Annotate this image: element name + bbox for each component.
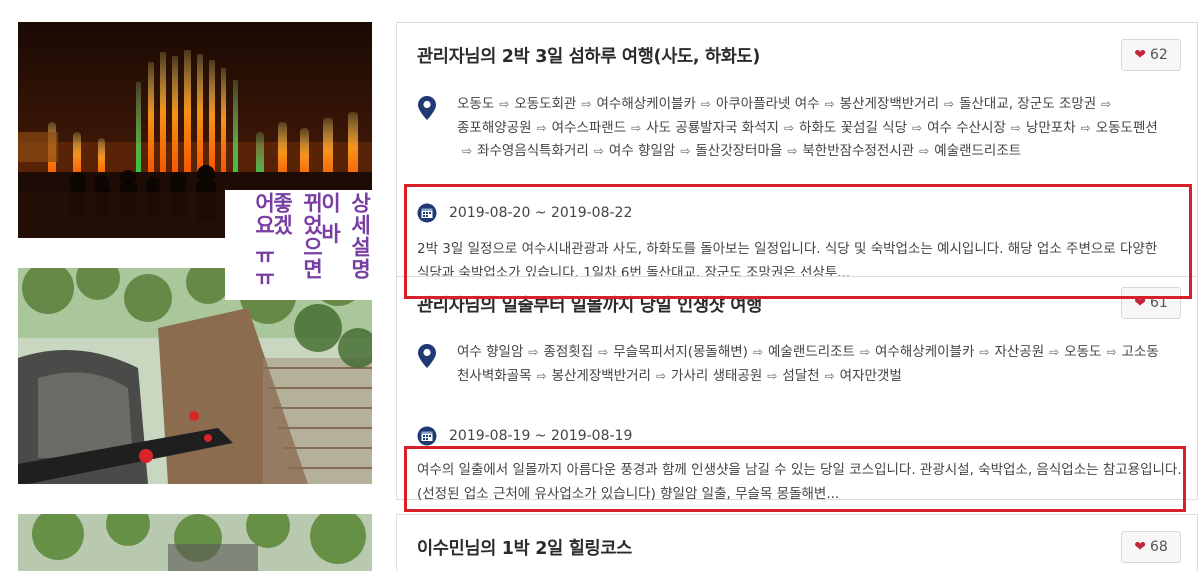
route-stop[interactable]: 좌수영음식특화거리: [477, 143, 589, 159]
double-arrow-icon: ⇨: [655, 368, 667, 383]
thumbnail-forest[interactable]: [18, 514, 372, 571]
double-arrow-icon: ⇨: [631, 120, 642, 135]
double-arrow-icon: ⇨: [824, 368, 835, 383]
route-stop[interactable]: 가사리 생태공원: [671, 368, 762, 384]
route-stop[interactable]: 예술랜드리조트: [934, 143, 1021, 159]
route-stop[interactable]: 무슬목피서지(몽돌해변): [613, 344, 748, 360]
route-stops: 여수 향일암 ⇨ 종점횟집 ⇨ 무슬목피서지(몽돌해변) ⇨ 예술랜드리조트 ⇨ 여수해상케이블…: [457, 341, 1169, 388]
heart-icon: ❤: [1134, 47, 1146, 63]
stone-stairs-image: [18, 268, 372, 484]
like-count: 68: [1149, 539, 1168, 555]
double-arrow-icon: ⇨: [528, 345, 539, 359]
double-arrow-icon: ⇨: [700, 97, 711, 111]
thumbnail-stone-stairs[interactable]: [18, 268, 372, 484]
map-pin-icon: [418, 344, 436, 368]
map-pin-icon: [418, 96, 436, 120]
double-arrow-icon: ⇨: [1101, 97, 1112, 111]
double-arrow-icon: ⇨: [919, 144, 930, 158]
like-button[interactable]: ❤ 62: [1121, 39, 1181, 71]
double-arrow-icon: ⇨: [944, 97, 955, 111]
route-stop[interactable]: 북한반잠수정전시관: [802, 143, 914, 159]
route-stop[interactable]: 예술랜드리조트: [768, 344, 855, 360]
route-stop[interactable]: 오동도: [457, 96, 494, 112]
route-stop[interactable]: 돌산갓장터마을: [695, 143, 782, 159]
annotation-note: 상세설명이 바 뀌었으면 좋겠 어요 ㅠㅠ: [225, 190, 379, 300]
route-stop[interactable]: 돌산대교, 장군도 조망권: [959, 96, 1096, 112]
route-stops: 오동도 ⇨ 오동도회관 ⇨ 여수해상케이블카 ⇨ 아쿠아플라넷 여수 ⇨ 봉산게장백반거리 ⇨ 돌산…: [457, 93, 1169, 164]
route-stop[interactable]: 여수스파랜드: [552, 120, 627, 136]
route-section: 여수 향일암 ⇨ 종점횟집 ⇨ 무슬목피서지(몽돌해변) ⇨ 예술랜드리조트 ⇨ 여수해상케이블…: [417, 341, 1169, 388]
course-title[interactable]: 관리자님의 2박 3일 섬하루 여행(사도, 하화도): [417, 43, 760, 68]
route-stop[interactable]: 여수해상케이블카: [875, 344, 974, 360]
route-section: 오동도 ⇨ 오동도회관 ⇨ 여수해상케이블카 ⇨ 아쿠아플라넷 여수 ⇨ 봉산게장백반거리 ⇨ 돌산…: [417, 93, 1169, 164]
double-arrow-icon: ⇨: [462, 144, 473, 158]
double-arrow-icon: ⇨: [581, 97, 592, 111]
route-stop[interactable]: 봉산게장백반거리: [840, 96, 939, 112]
route-stop[interactable]: 하화도 꽃섬길 식당: [799, 120, 907, 136]
route-stop[interactable]: 종포해양공원: [457, 120, 532, 136]
annotation-note-line: 어요 ㅠㅠ: [252, 192, 276, 289]
date-text: 2019-08-20 ~ 2019-08-22: [449, 205, 633, 221]
course-title[interactable]: 관리자님의 일출부터 일몰까지 당일 인생샷 여행: [417, 292, 762, 317]
course-description: 여수의 일출에서 일몰까지 아름다운 풍경과 함께 인생샷을 남길 수 있는 당…: [417, 462, 1182, 502]
course-title[interactable]: 이수민님의 1박 2일 힐링코스: [417, 535, 632, 560]
route-stop[interactable]: 봉산게장백반거리: [552, 368, 651, 384]
double-arrow-icon: ⇨: [787, 144, 798, 158]
double-arrow-icon: ⇨: [598, 345, 609, 359]
like-button[interactable]: ❤ 61: [1121, 287, 1181, 319]
calendar-icon: [417, 203, 437, 223]
double-arrow-icon: ⇨: [1106, 345, 1117, 359]
heart-icon: ❤: [1134, 295, 1146, 311]
route-stop[interactable]: 오동도회관: [514, 96, 576, 112]
double-arrow-icon: ⇨: [593, 144, 604, 158]
double-arrow-icon: ⇨: [1010, 120, 1021, 135]
double-arrow-icon: ⇨: [767, 368, 778, 383]
route-stop[interactable]: 여수 향일암: [457, 344, 523, 360]
course-card-3[interactable]: 이수민님의 1박 2일 힐링코스 ❤ 68: [396, 514, 1198, 571]
double-arrow-icon: ⇨: [912, 120, 923, 135]
double-arrow-icon: ⇨: [680, 144, 691, 158]
double-arrow-icon: ⇨: [979, 345, 990, 359]
route-stop[interactable]: 사도 공룡발자국 화석지: [646, 120, 779, 136]
date-text: 2019-08-19 ~ 2019-08-19: [449, 428, 633, 444]
double-arrow-icon: ⇨: [1049, 345, 1060, 359]
double-arrow-icon: ⇨: [752, 345, 764, 359]
route-stop[interactable]: 종점횟집: [543, 344, 593, 360]
route-stop[interactable]: 여수해상케이블카: [597, 96, 696, 112]
course-card-2[interactable]: 관리자님의 일출부터 일몰까지 당일 인생샷 여행 ❤ 61 여수 향일암 ⇨ 종점…: [396, 276, 1198, 502]
like-count: 61: [1149, 295, 1168, 311]
forest-image: [18, 514, 372, 571]
route-stop[interactable]: 자산공원: [994, 344, 1044, 360]
route-stop[interactable]: 아쿠아플라넷 여수: [716, 96, 820, 112]
date-range: 2019-08-20 ~ 2019-08-22: [417, 203, 632, 223]
route-stop[interactable]: 낭만포차: [1026, 120, 1076, 136]
double-arrow-icon: ⇨: [499, 97, 510, 111]
route-stop[interactable]: 여자만갯벌: [840, 368, 902, 384]
like-count: 62: [1149, 47, 1168, 63]
double-arrow-icon: ⇨: [783, 120, 795, 135]
heart-icon: ❤: [1134, 539, 1146, 555]
calendar-icon: [417, 426, 437, 446]
double-arrow-icon: ⇨: [536, 368, 547, 383]
route-stop[interactable]: 오동도: [1064, 344, 1101, 360]
route-stop[interactable]: 여수 향일암: [609, 143, 675, 159]
double-arrow-icon: ⇨: [859, 345, 871, 359]
double-arrow-icon: ⇨: [1080, 120, 1091, 135]
double-arrow-icon: ⇨: [536, 120, 547, 135]
like-button[interactable]: ❤ 68: [1121, 531, 1181, 563]
route-stop[interactable]: 오동도펜션: [1096, 120, 1158, 136]
double-arrow-icon: ⇨: [824, 97, 835, 111]
date-range: 2019-08-19 ~ 2019-08-19: [417, 426, 632, 446]
route-stop[interactable]: 섬달천: [782, 368, 819, 384]
course-card-1[interactable]: 관리자님의 2박 3일 섬하루 여행(사도, 하화도) ❤ 62 오동도 ⇨ 오동도…: [396, 22, 1198, 292]
route-stop[interactable]: 여수 수산시장: [927, 120, 1006, 136]
